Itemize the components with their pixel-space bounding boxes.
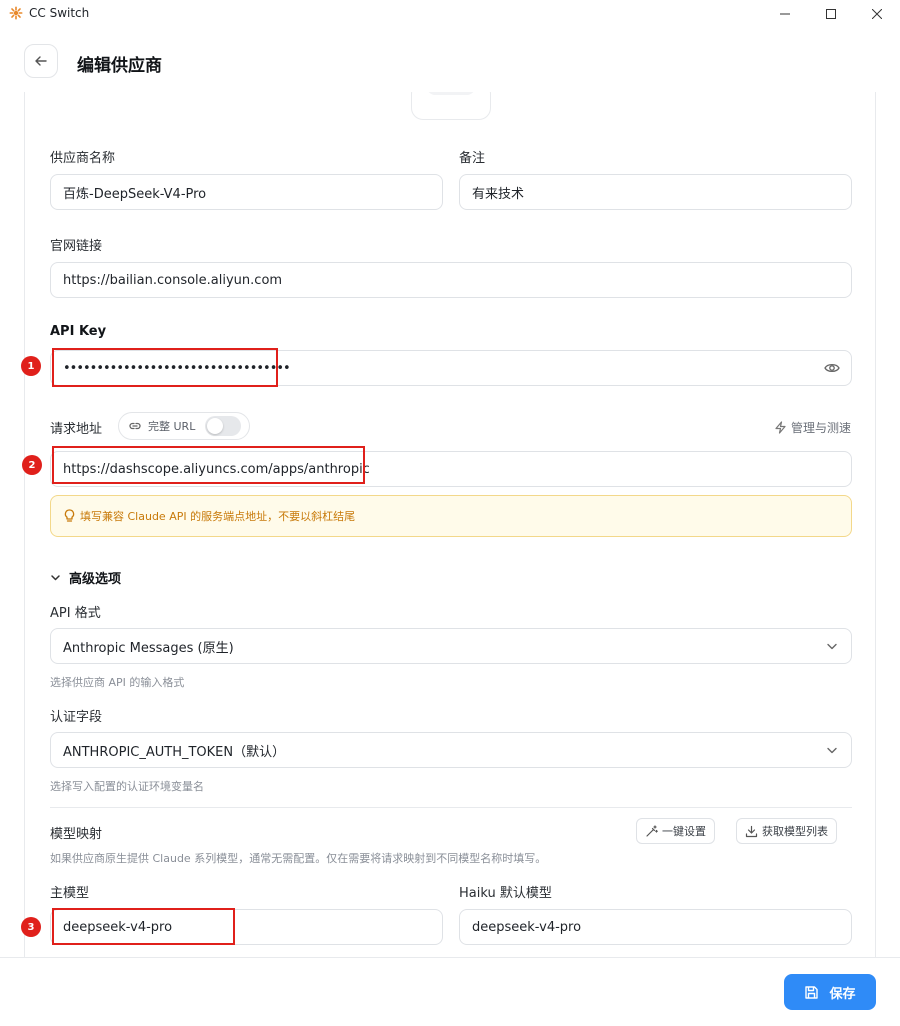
fetch-models-label: 获取模型列表 <box>762 825 828 838</box>
api-key-label: API Key <box>50 324 107 339</box>
maximize-icon <box>826 9 836 19</box>
api-format-hint: 选择供应商 API 的输入格式 <box>50 676 185 689</box>
form-card: 供应商名称 百炼-DeepSeek-V4-Pro 备注 有来技术 官网链接 ht… <box>24 92 876 958</box>
maximize-button[interactable] <box>808 0 854 28</box>
website-label: 官网链接 <box>50 239 103 254</box>
provider-name-label: 供应商名称 <box>50 151 116 166</box>
model-mapping-label: 模型映射 <box>50 827 103 842</box>
chevron-down-icon <box>827 747 837 754</box>
fetch-models-button[interactable]: 获取模型列表 <box>736 818 837 844</box>
back-button[interactable] <box>24 44 58 78</box>
save-button[interactable]: 保存 <box>784 974 876 1010</box>
section-divider <box>50 807 852 808</box>
api-format-label: API 格式 <box>50 606 101 621</box>
save-label: 保存 <box>829 986 856 1002</box>
api-format-value: Anthropic Messages (原生) <box>63 640 234 656</box>
eye-icon[interactable] <box>824 361 840 375</box>
annotation-marker-1: 1 <box>21 356 41 376</box>
one-click-setup-button[interactable]: 一键设置 <box>636 818 715 844</box>
save-icon <box>805 985 819 999</box>
auth-field-label: 认证字段 <box>50 710 103 725</box>
note-input[interactable]: 有来技术 <box>459 174 852 210</box>
model-mapping-hint: 如果供应商原生提供 Claude 系列模型，通常无需配置。仅在需要将请求映射到不… <box>50 852 547 865</box>
chevron-down-icon <box>827 643 837 650</box>
zap-icon <box>775 421 786 434</box>
advanced-options-label: 高级选项 <box>69 572 122 587</box>
title-bar: CC Switch <box>0 0 900 28</box>
auth-field-hint: 选择写入配置的认证环境变量名 <box>50 780 204 793</box>
request-url-label: 请求地址 <box>50 422 103 437</box>
haiku-model-input[interactable]: deepseek-v4-pro <box>459 909 852 945</box>
note-label: 备注 <box>459 151 486 166</box>
annotation-box-2 <box>52 446 365 484</box>
advanced-options-toggle[interactable]: 高级选项 <box>50 568 121 587</box>
magic-wand-icon <box>646 824 658 837</box>
chevron-down-icon <box>51 575 60 581</box>
close-button[interactable] <box>854 0 900 28</box>
download-icon <box>745 825 758 837</box>
provider-icon-preview[interactable] <box>411 92 491 120</box>
full-url-label: 完整 URL <box>148 420 196 433</box>
annotation-marker-3: 3 <box>21 917 41 937</box>
annotation-marker-2: 2 <box>22 455 42 475</box>
request-url-warning: 填写兼容 Claude API 的服务端点地址，不要以斜杠结尾 <box>50 495 852 537</box>
minimize-icon <box>780 13 790 15</box>
one-click-setup-label: 一键设置 <box>662 825 706 838</box>
api-format-select[interactable]: Anthropic Messages (原生) <box>50 628 852 664</box>
link-icon <box>129 422 141 430</box>
full-url-toggle[interactable]: 完整 URL <box>118 412 251 440</box>
arrow-left-icon <box>35 56 47 66</box>
page-title: 编辑供应商 <box>77 56 162 76</box>
footer-divider <box>0 957 900 958</box>
window-title: CC Switch <box>29 6 90 20</box>
provider-name-input[interactable]: 百炼-DeepSeek-V4-Pro <box>50 174 443 210</box>
auth-field-select[interactable]: ANTHROPIC_AUTH_TOKEN（默认） <box>50 732 852 768</box>
website-input[interactable]: https://bailian.console.aliyun.com <box>50 262 852 298</box>
auth-field-value: ANTHROPIC_AUTH_TOKEN（默认） <box>63 744 286 760</box>
full-url-switch[interactable] <box>205 416 242 436</box>
close-icon <box>872 9 882 19</box>
switch-knob <box>207 418 224 434</box>
manage-speedtest-label: 管理与测速 <box>791 421 852 435</box>
annotation-box-3 <box>52 908 235 945</box>
annotation-box-1 <box>52 348 278 387</box>
lightbulb-icon <box>64 509 75 522</box>
main-model-label: 主模型 <box>50 886 90 901</box>
manage-speedtest-button[interactable]: 管理与测速 <box>774 419 851 436</box>
app-logo-icon <box>9 6 23 20</box>
provider-icon <box>427 92 475 95</box>
haiku-model-label: Haiku 默认模型 <box>459 886 552 901</box>
minimize-button[interactable] <box>762 0 808 28</box>
request-url-warning-text: 填写兼容 Claude API 的服务端点地址，不要以斜杠结尾 <box>80 510 356 523</box>
